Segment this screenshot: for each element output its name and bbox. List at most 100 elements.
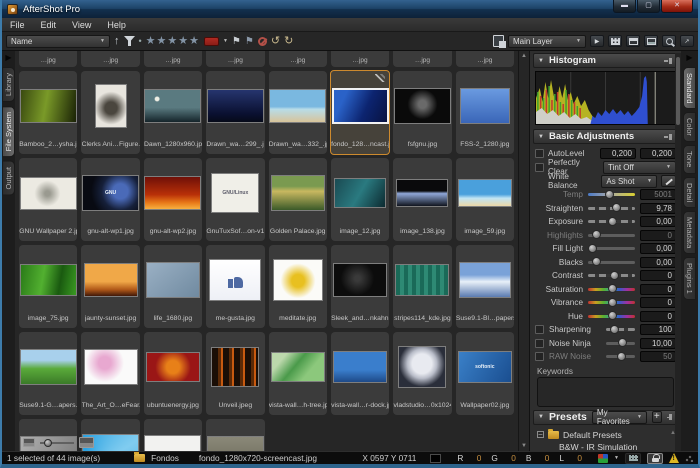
preset-folder-row[interactable]: –Default Presets	[537, 429, 676, 442]
fullscreen-button[interactable]: ↗	[680, 35, 694, 47]
vibrance-slider[interactable]	[588, 301, 635, 304]
thumbnail-cell[interactable]: Suse9.1-G…apers.jpg	[19, 332, 77, 415]
panel-scrollbar[interactable]	[675, 53, 681, 451]
collapse-minus-icon[interactable]: –	[537, 431, 544, 438]
thumbnail-cell[interactable]: Golden Palace.jpg	[269, 158, 327, 241]
autolevel-high-field[interactable]: 0,200	[640, 148, 676, 159]
rotate-right-icon[interactable]: ↻	[284, 35, 293, 48]
raw-noise-slider[interactable]	[606, 355, 635, 358]
color-management-dropdown-icon[interactable]: ▼	[614, 455, 619, 461]
hue-value-field[interactable]: 0	[640, 311, 676, 322]
thumbnail-cell[interactable]: vista-wall…h-tree.jpg	[269, 332, 327, 415]
thumbnail-cell[interactable]: GNU Wallpaper 2.jpg	[19, 158, 77, 241]
thumbnail-cell[interactable]	[144, 419, 202, 451]
color-management-icon[interactable]	[598, 454, 608, 463]
highlights-value-field[interactable]: 0	[640, 230, 676, 241]
thumbnail-cell[interactable]: Drawn_wa…332_.jpg	[269, 71, 327, 154]
sort-direction-icon[interactable]: ↑	[114, 35, 120, 48]
temp-slider-handle[interactable]	[605, 190, 614, 199]
scroll-down-icon[interactable]: ▼	[521, 443, 527, 449]
pin-icon[interactable]	[664, 57, 673, 65]
noise-ninja-value-field[interactable]: 10,00	[640, 338, 676, 349]
thumbnail-cell[interactable]: GNUgnu-alt-wp1.jpg	[81, 158, 139, 241]
blacks-slider-handle[interactable]	[592, 257, 601, 266]
raw-noise-value-field[interactable]: 50	[640, 351, 676, 362]
thumbnail-cell-partial[interactable]: …jpg	[144, 51, 202, 67]
thumbnail-cell[interactable]	[206, 419, 264, 451]
fill-light-slider-handle[interactable]	[588, 244, 597, 253]
panel-tab-color[interactable]: Color	[683, 112, 696, 142]
thumbnail-cell-partial[interactable]: …jpg	[206, 51, 264, 67]
thumbnail-cell[interactable]: Dawn_1280x960.jpg	[144, 71, 202, 154]
fill-light-value-field[interactable]: 0,00	[640, 243, 676, 254]
thumbnail-cell[interactable]: softonicWallpaper02.jpg	[456, 332, 514, 415]
thumbnail-cell-partial[interactable]: …jpg	[19, 51, 77, 67]
white-balance-dropper-button[interactable]	[661, 175, 676, 187]
thumbnail-cell[interactable]: me-gusta.jpg	[206, 245, 264, 328]
temp-slider[interactable]	[588, 193, 635, 196]
thumbnail-cell-partial[interactable]: …jpg	[456, 51, 514, 67]
vibrance-value-field[interactable]: 0	[640, 297, 676, 308]
thumbnail-cell-partial[interactable]: …jpg	[393, 51, 451, 67]
flag-pick-icon[interactable]: ⚑	[245, 35, 254, 48]
lock-button[interactable]	[647, 453, 663, 464]
panel-tab-plugins-1[interactable]: Plugins 1	[683, 257, 696, 300]
left-collapse-arrow-icon[interactable]: ▶	[5, 53, 11, 63]
temp-value-field[interactable]: 5001	[640, 189, 676, 200]
autolevel-low-field[interactable]: 0,200	[600, 148, 636, 159]
resize-grip[interactable]	[685, 454, 693, 462]
autolevel-checkbox[interactable]	[535, 149, 544, 158]
presets-header[interactable]: ▼ Presets My Favorites▼ +	[533, 410, 678, 425]
thumbnail-cell[interactable]: stripes114_kde.jpg	[393, 245, 451, 328]
vibrance-slider-handle[interactable]	[608, 298, 617, 307]
color-label-swatch[interactable]	[204, 37, 219, 46]
thumbnail-cell[interactable]: gnu-alt-wp2.jpg	[144, 158, 202, 241]
thumbnail-cell-partial[interactable]: …jpg	[269, 51, 327, 67]
flag-icon[interactable]: ⚑	[232, 35, 241, 48]
fill-light-slider[interactable]	[588, 247, 635, 250]
exposure-slider[interactable]	[588, 220, 635, 223]
image-view-button[interactable]	[644, 35, 658, 47]
contrast-slider[interactable]	[588, 274, 635, 277]
thumb-size-handle[interactable]	[44, 439, 52, 447]
thumbnail-cell[interactable]: Drawn_wa…299_.jpg	[206, 71, 264, 154]
thumbnail-cell[interactable]: meditate.jpg	[269, 245, 327, 328]
collapse-triangle-icon[interactable]: ▼	[538, 134, 544, 140]
sharpening-checkbox[interactable]	[535, 325, 544, 334]
preset-item[interactable]: B&W - IR Simulation	[537, 441, 676, 451]
thumbnail-view-button[interactable]	[608, 35, 622, 47]
color-label-dropdown-icon[interactable]: ▼	[223, 38, 228, 44]
slideshow-button[interactable]: ▶	[590, 35, 604, 47]
pin-icon[interactable]	[667, 413, 673, 421]
warning-icon[interactable]	[669, 453, 679, 463]
contrast-value-field[interactable]: 0	[640, 270, 676, 281]
thumbnail-toggle-button[interactable]	[625, 453, 641, 464]
browse-view-button[interactable]	[626, 35, 640, 47]
panel-tab-detail[interactable]: Detail	[683, 177, 696, 208]
highlights-slider-handle[interactable]	[592, 230, 601, 239]
raw-noise-checkbox[interactable]	[535, 352, 544, 361]
scroll-up-icon[interactable]: ▲	[521, 53, 527, 59]
thumbnail-cell-partial[interactable]: …jpg	[81, 51, 139, 67]
pin-icon[interactable]	[664, 133, 673, 141]
layer-dropdown[interactable]: Main Layer▼	[508, 35, 586, 48]
saturation-slider-handle[interactable]	[608, 284, 617, 293]
sharpening-value-field[interactable]: 100	[640, 324, 676, 335]
menu-view[interactable]: View	[64, 20, 99, 30]
hue-slider-handle[interactable]	[608, 311, 617, 320]
filter-icon[interactable]	[124, 36, 135, 46]
thumbnail-cell[interactable]: image_12.jpg	[331, 158, 389, 241]
blacks-value-field[interactable]: 0,00	[640, 257, 676, 268]
thumbnail-cell[interactable]: GNU/LinuxGnuTuxSof…on-v1.jpg	[206, 158, 264, 241]
blacks-slider[interactable]	[588, 261, 635, 264]
sidebar-tab-output[interactable]: Output	[2, 161, 15, 196]
histogram-header[interactable]: ▼ Histogram	[533, 53, 678, 68]
straighten-slider-handle[interactable]	[612, 203, 621, 212]
noise-ninja-slider-handle[interactable]	[618, 338, 627, 347]
thumbnail-cell[interactable]: Bamboo_2…ysha.jpg	[19, 71, 77, 154]
thumbnail-cell[interactable]: Sleek_and…nkahn.jpg	[331, 245, 389, 328]
thumbnail-cell[interactable]: Unveil.jpeg	[206, 332, 264, 415]
exposure-slider-handle[interactable]	[608, 217, 617, 226]
thumbnail-cell[interactable]: FSS-2_1280.jpg	[456, 71, 514, 154]
add-preset-button[interactable]: +	[652, 411, 662, 423]
